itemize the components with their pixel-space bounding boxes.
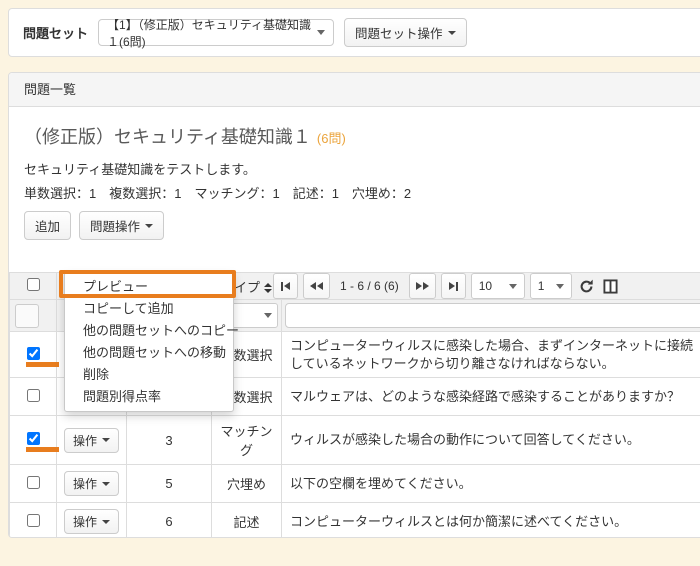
column-settings-button[interactable] bbox=[601, 279, 620, 294]
chevron-down-icon bbox=[556, 284, 564, 289]
step-backward-icon bbox=[281, 282, 283, 291]
caret-down-icon bbox=[102, 482, 110, 486]
row-type: マッチング bbox=[212, 416, 282, 465]
panel-body: （修正版）セキュリティ基礎知識１(6問) セキュリティ基礎知識をテストします。 … bbox=[9, 123, 700, 538]
row-operation-button[interactable]: 操作 bbox=[64, 428, 119, 453]
filter-empty-box bbox=[15, 304, 39, 328]
menu-item-preview[interactable]: プレビュー bbox=[65, 276, 233, 298]
row-operation-button[interactable]: 操作 bbox=[64, 471, 119, 496]
row-number: 3 bbox=[127, 416, 212, 465]
row-type: 記述 bbox=[212, 503, 282, 538]
table-row: 操作 6記述コンピューターウィルスとは何か簡潔に述べてください。 bbox=[10, 503, 700, 538]
row-operation-button[interactable]: 操作 bbox=[64, 509, 119, 534]
first-page-button[interactable] bbox=[273, 273, 298, 299]
row-checkbox[interactable] bbox=[27, 389, 40, 402]
next-page-button[interactable] bbox=[409, 273, 436, 299]
row-number: 5 bbox=[127, 465, 212, 503]
fast-backward-icon bbox=[310, 282, 316, 290]
fast-forward-icon bbox=[416, 282, 422, 290]
table-row: 操作 5穴埋め以下の空欄を埋めてください。 bbox=[10, 465, 700, 503]
last-page-button[interactable] bbox=[441, 273, 466, 299]
sort-icon bbox=[264, 283, 272, 293]
row-question: 以下の空欄を埋めてください。 bbox=[282, 465, 700, 503]
question-set-title: （修正版）セキュリティ基礎知識１(6問) bbox=[24, 123, 692, 149]
menu-item-copy-to-other-set[interactable]: 他の問題セットへのコピー bbox=[65, 320, 233, 342]
pagination-range: 1 - 6 / 6 (6) bbox=[340, 279, 399, 293]
row-checkbox-cell bbox=[10, 416, 57, 465]
caret-down-icon bbox=[145, 224, 153, 228]
question-list-panel: 問題一覧 （修正版）セキュリティ基礎知識１(6問) セキュリティ基礎知識をテスト… bbox=[8, 72, 700, 538]
row-number: 6 bbox=[127, 503, 212, 538]
chevron-down-icon bbox=[264, 313, 272, 318]
question-set-selected-value: 【1】（修正版）セキュリティ基礎知識１(6問) bbox=[107, 16, 317, 50]
question-set-label: 問題セット bbox=[23, 23, 88, 42]
row-checkbox-cell bbox=[10, 465, 57, 503]
question-filter-input[interactable] bbox=[285, 303, 700, 328]
menu-item-move-to-other-set[interactable]: 他の問題セットへの移動 bbox=[65, 342, 233, 364]
refresh-icon bbox=[579, 279, 594, 294]
row-checkbox-cell bbox=[10, 503, 57, 538]
menu-item-copy-add[interactable]: コピーして追加 bbox=[65, 298, 233, 320]
row-question: コンピューターウィルスとは何か簡潔に述べてください。 bbox=[282, 503, 700, 538]
annotation-underline bbox=[26, 447, 59, 452]
question-operations-menu: プレビュー コピーして追加 他の問題セットへのコピー 他の問題セットへの移動 削… bbox=[64, 272, 234, 412]
question-set-select[interactable]: 【1】（修正版）セキュリティ基礎知識１(6問) bbox=[98, 19, 334, 46]
row-question: マルウェアは、どのような感染経路で感染することがありますか？ bbox=[282, 378, 700, 416]
row-question: ウィルスが感染した場合の動作について回答してください。 bbox=[282, 416, 700, 465]
prev-page-button[interactable] bbox=[303, 273, 330, 299]
caret-down-icon bbox=[102, 520, 110, 524]
question-operations-button[interactable]: 問題操作 bbox=[79, 211, 164, 240]
row-checkbox[interactable] bbox=[27, 432, 40, 445]
pagination: 1 - 6 / 6 (6) 10 1 bbox=[273, 273, 620, 299]
row-question: コンピューターウィルスに感染した場合、まずインターネットに接続しているネットワー… bbox=[282, 332, 700, 378]
page-size-select[interactable]: 10 bbox=[471, 273, 525, 299]
annotation-underline bbox=[26, 362, 59, 367]
refresh-button[interactable] bbox=[577, 279, 596, 294]
question-set-bar: 問題セット 【1】（修正版）セキュリティ基礎知識１(6問) 問題セット操作 bbox=[8, 8, 700, 57]
step-forward-icon bbox=[449, 282, 455, 290]
select-all-checkbox[interactable] bbox=[27, 278, 40, 291]
question-type-stats: 単数選択：1 複数選択：1 マッチング：1 記述：1 穴埋め：2 bbox=[24, 183, 692, 202]
caret-down-icon bbox=[102, 438, 110, 442]
add-button[interactable]: 追加 bbox=[24, 211, 71, 240]
chevron-down-icon bbox=[509, 284, 517, 289]
menu-item-score-rate[interactable]: 問題別得点率 bbox=[65, 386, 233, 408]
toolbar: 追加 問題操作 bbox=[24, 211, 692, 240]
row-checkbox-cell bbox=[10, 332, 57, 378]
menu-item-delete[interactable]: 削除 bbox=[65, 364, 233, 386]
question-set-description: セキュリティ基礎知識をテストします。 bbox=[24, 159, 692, 178]
panel-title: 問題一覧 bbox=[9, 73, 700, 107]
row-checkbox[interactable] bbox=[27, 347, 40, 360]
page-number-select[interactable]: 1 bbox=[530, 273, 572, 299]
row-checkbox-cell bbox=[10, 378, 57, 416]
question-set-operations-button[interactable]: 問題セット操作 bbox=[344, 18, 467, 47]
columns-icon bbox=[603, 279, 618, 294]
row-type: 穴埋め bbox=[212, 465, 282, 503]
select-all-cell bbox=[10, 273, 57, 300]
row-checkbox[interactable] bbox=[27, 476, 40, 489]
row-checkbox[interactable] bbox=[27, 514, 40, 527]
table-row: 操作 3マッチングウィルスが感染した場合の動作について回答してください。 bbox=[10, 416, 700, 465]
caret-down-icon bbox=[448, 31, 456, 35]
chevron-down-icon bbox=[317, 30, 325, 35]
question-count-badge: (6問) bbox=[317, 131, 346, 146]
